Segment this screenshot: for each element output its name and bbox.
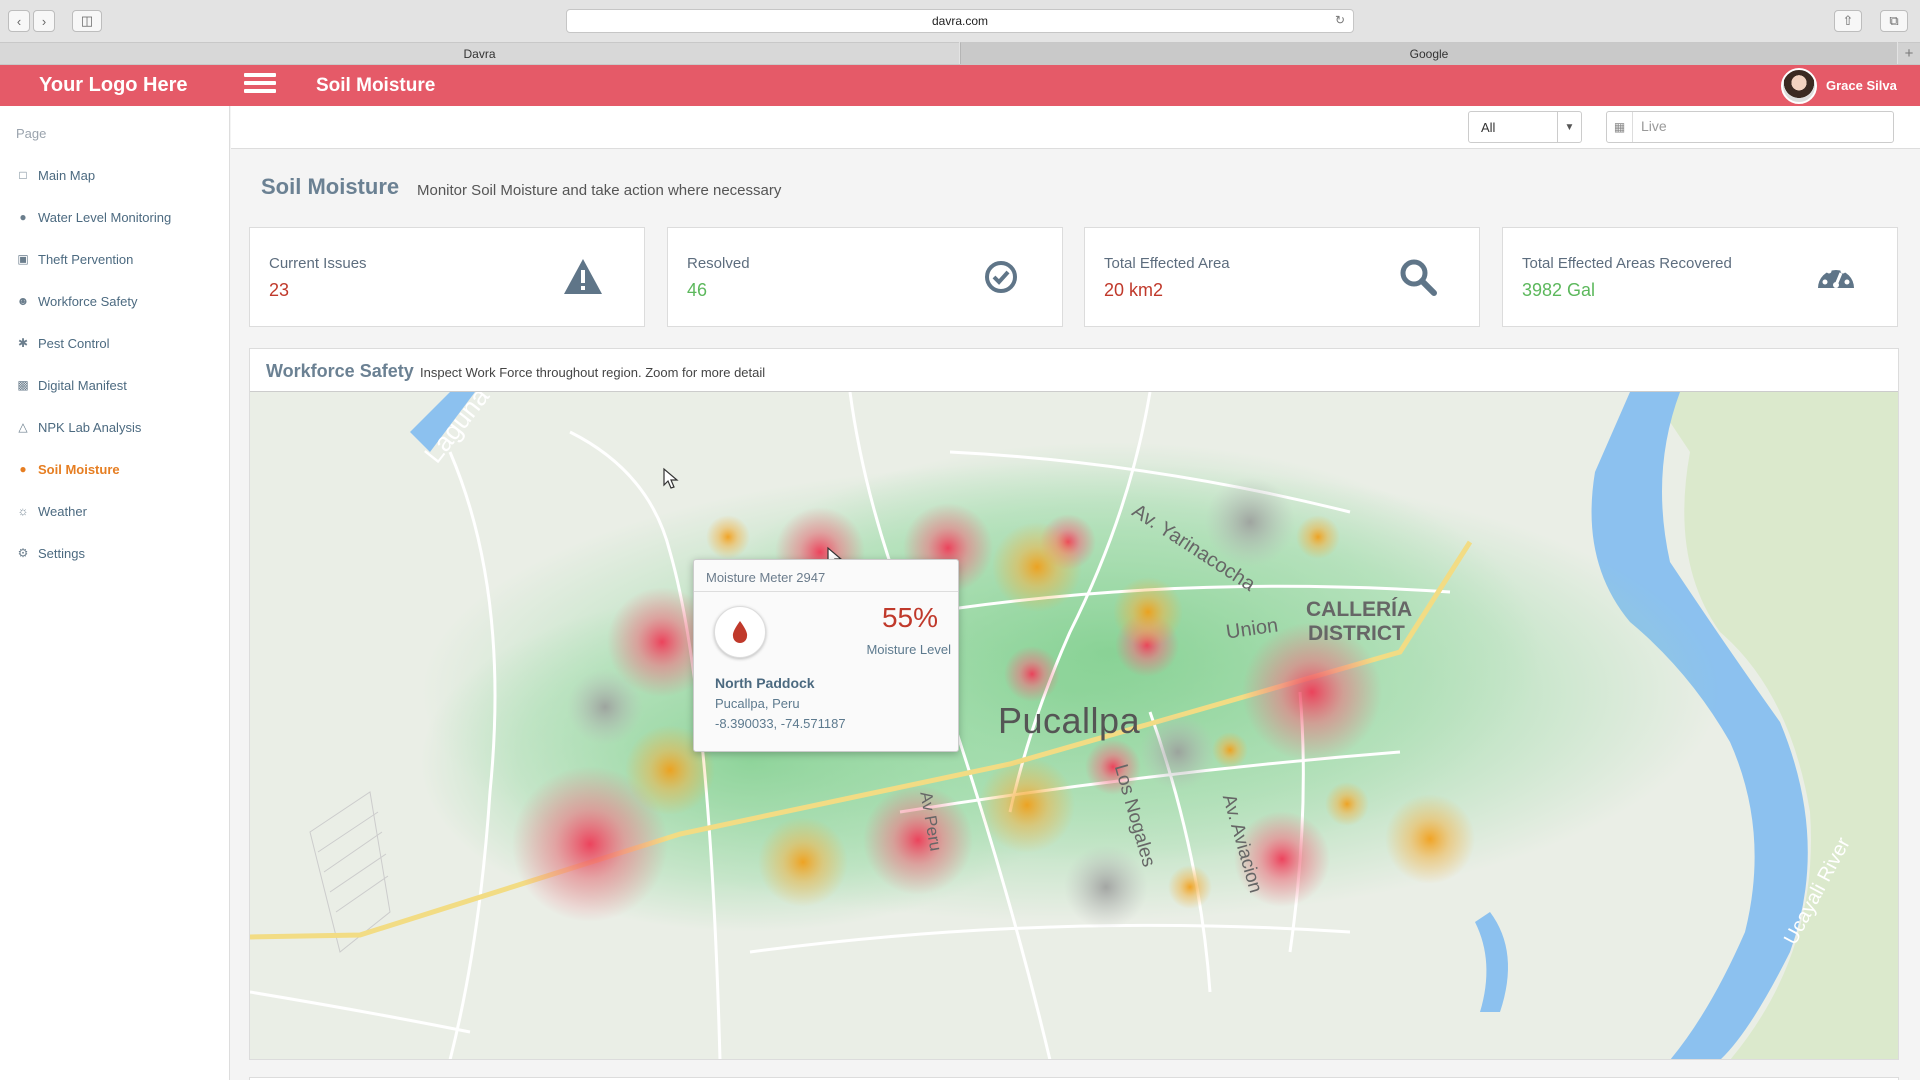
card-value: 46 — [687, 280, 708, 300]
droplet-icon: ● — [19, 210, 27, 224]
sidebar-item-label: Workforce Safety — [38, 293, 138, 309]
map-panel-subtitle: Inspect Work Force throughout region. Zo… — [420, 365, 766, 380]
sidebar-item-label: Weather — [38, 503, 87, 519]
app-header: Your Logo Here Soil Moisture Grace Silva — [0, 65, 1920, 106]
sidebar-item-label: Soil Moisture — [38, 461, 120, 477]
warning-icon — [564, 259, 602, 294]
location-coordinates: -8.390033, -74.571187 — [715, 716, 846, 731]
users-icon: ☻ — [16, 294, 30, 308]
card-value: 20 km2 — [1104, 280, 1164, 300]
stat-card-resolved: Resolved 46 — [667, 227, 1063, 327]
moisture-percent: 55% — [881, 602, 938, 633]
page-subtitle: Monitor Soil Moisture and take action wh… — [417, 182, 782, 199]
sidebar-item-label: Settings — [38, 545, 85, 561]
stat-card-areas-recovered: Total Effected Areas Recovered 3982 Gal — [1502, 227, 1898, 327]
check-circle-icon — [985, 261, 1017, 293]
gear-icon: ⚙ — [17, 546, 29, 560]
map-panel: Workforce Safety Inspect Work Force thro… — [249, 348, 1899, 1060]
stat-card-effected-area: Total Effected Area 20 km2 — [1084, 227, 1480, 327]
sidebar-item-label: Pest Control — [38, 335, 110, 351]
heatmap[interactable]: Pucallpa CALLERÍA DISTRICT Union Av. Yar… — [250, 391, 1898, 1059]
sidebar-item-npk-lab[interactable]: △ NPK Lab Analysis — [14, 415, 141, 439]
page-title: Soil Moisture — [261, 174, 400, 199]
tabs-overview-icon[interactable]: ⧉ — [1880, 10, 1908, 32]
browser-chrome: ‹ › ◫ davra.com ↻ ⇧ ⧉ Davra Google + — [0, 0, 1920, 65]
card-label: Total Effected Area — [1104, 255, 1230, 272]
sidebar-item-label: NPK Lab Analysis — [38, 419, 142, 435]
sidebar-item-settings[interactable]: ⚙ Settings — [14, 541, 85, 565]
card-value: 23 — [269, 280, 290, 300]
address-bar[interactable]: davra.com ↻ — [566, 9, 1354, 33]
map-label-district: CALLERÍA — [1306, 598, 1413, 621]
stat-card-current-issues: Current Issues 23 — [249, 227, 645, 327]
sidebar-item-workforce-safety[interactable]: ☻ Workforce Safety — [14, 289, 138, 313]
card-value: 3982 Gal — [1522, 280, 1596, 300]
sidebar-item-soil-moisture[interactable]: ● Soil Moisture — [14, 457, 120, 481]
logo[interactable]: Your Logo Here — [39, 65, 188, 106]
sidebar-item-label: Main Map — [38, 167, 96, 183]
sidebar-item-label: Digital Manifest — [38, 377, 127, 393]
filter-value: All — [1481, 120, 1496, 135]
sidebar-item-main-map[interactable]: □ Main Map — [14, 163, 95, 187]
filter-select[interactable]: All ▼ — [1468, 111, 1582, 143]
tab-google[interactable]: Google — [960, 42, 1897, 64]
share-icon[interactable]: ⇧ — [1834, 10, 1862, 32]
search-icon — [1400, 259, 1437, 296]
bug-icon: ✱ — [17, 336, 29, 350]
back-icon[interactable]: ‹ — [8, 10, 30, 32]
tab-label: Google — [1409, 46, 1449, 61]
card-label: Resolved — [687, 255, 750, 272]
map-label-district: DISTRICT — [1308, 622, 1405, 645]
droplet-icon — [714, 606, 766, 658]
sidebar-item-weather[interactable]: ☼ Weather — [14, 499, 87, 523]
new-tab-icon[interactable]: + — [1898, 42, 1920, 64]
map-label-city: Pucallpa — [998, 700, 1141, 741]
sidebar-heading: Page — [16, 126, 47, 141]
sidebar: Page □ Main Map ● Water Level Monitoring… — [0, 106, 230, 1080]
user-name[interactable]: Grace Silva — [1826, 65, 1897, 106]
moisture-label: Moisture Level — [866, 642, 951, 657]
forward-icon[interactable]: › — [33, 10, 55, 32]
sidebar-item-pest-control[interactable]: ✱ Pest Control — [14, 331, 110, 355]
date-input[interactable] — [1641, 118, 1881, 134]
droplet-icon: ● — [19, 462, 27, 476]
card-label: Current Issues — [269, 255, 367, 272]
popup-divider — [694, 591, 958, 592]
location-city: Pucallpa, Peru — [715, 696, 800, 711]
chevron-down-icon[interactable]: ▼ — [1557, 112, 1581, 142]
card-label: Total Effected Areas Recovered — [1522, 255, 1732, 272]
sidebar-item-label: Water Level Monitoring — [38, 209, 172, 225]
url-text: davra.com — [931, 14, 989, 28]
cursor-icon — [663, 467, 679, 489]
sidebar-item-water-level[interactable]: ● Water Level Monitoring — [14, 205, 171, 229]
map-panel-title: Workforce Safety — [266, 361, 414, 381]
sidebar-toggle-icon[interactable]: ◫ — [72, 10, 102, 32]
reload-icon[interactable]: ↻ — [1335, 13, 1345, 27]
flask-icon: △ — [18, 420, 28, 434]
date-range-field[interactable]: ▦ — [1606, 111, 1894, 143]
popup-title: Moisture Meter 2947 — [706, 570, 826, 585]
menu-icon[interactable] — [244, 69, 276, 101]
lock-icon: ▣ — [17, 252, 29, 266]
sidebar-item-label: Theft Pervention — [38, 251, 134, 267]
truck-icon: ▩ — [17, 378, 29, 392]
moisture-meter-popup[interactable]: Moisture Meter 2947 55% Moisture Level N… — [693, 559, 959, 752]
location-name: North Paddock — [715, 675, 815, 691]
header-title: Soil Moisture — [316, 75, 436, 96]
tab-davra[interactable]: Davra — [0, 42, 959, 64]
sidebar-item-digital-manifest[interactable]: ▩ Digital Manifest — [14, 373, 127, 397]
tab-label: Davra — [463, 46, 496, 61]
avatar[interactable] — [1781, 68, 1817, 104]
map-icon: □ — [19, 168, 27, 182]
sun-icon: ☼ — [17, 504, 29, 518]
dashboard-icon — [1818, 268, 1854, 288]
sidebar-item-theft-prevention[interactable]: ▣ Theft Pervention — [14, 247, 133, 271]
calendar-icon[interactable]: ▦ — [1607, 112, 1633, 142]
